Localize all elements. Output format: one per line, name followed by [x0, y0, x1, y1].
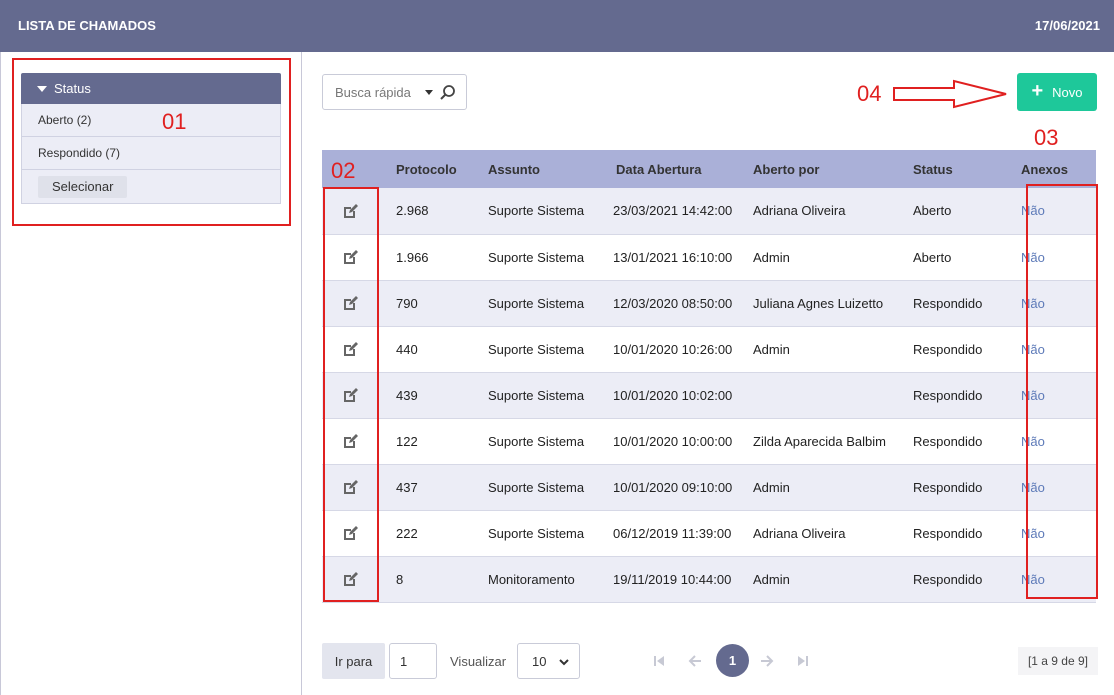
- annotation-box-01: [12, 58, 291, 226]
- cell-data-abertura: 23/03/2021 14:42:00: [603, 188, 751, 235]
- cell-assunto: Monitoramento: [485, 556, 603, 603]
- col-header-aberto-por[interactable]: Aberto por: [751, 150, 911, 188]
- table-row: 790 Suporte Sistema 12/03/2020 08:50:00 Jul…: [322, 280, 1096, 327]
- col-header-assunto[interactable]: Assunto: [485, 150, 603, 188]
- table-row: 2.968 Suporte Sistema 23/03/2021 14:42:00 A…: [322, 188, 1096, 235]
- cell-protocolo: 2.968: [378, 188, 485, 235]
- cell-protocolo: 440: [378, 326, 485, 373]
- cell-aberto-por: Admin: [751, 464, 911, 511]
- per-page-value: 10: [532, 653, 547, 669]
- current-date: 17/06/2021: [1034, 18, 1100, 33]
- view-label: Visualizar: [450, 654, 507, 669]
- cell-assunto: Suporte Sistema: [485, 464, 603, 511]
- cell-data-abertura: 10/01/2020 10:00:00: [603, 418, 751, 465]
- new-button-label: Novo: [1052, 84, 1083, 100]
- cell-protocolo: 222: [378, 510, 485, 557]
- cell-status: Respondido: [911, 510, 1011, 557]
- table-row: 439 Suporte Sistema 10/01/2020 10:02:00 Res…: [322, 372, 1096, 419]
- col-header-protocolo[interactable]: Protocolo: [378, 150, 485, 188]
- table-row: 222 Suporte Sistema 06/12/2019 11:39:00 Adr…: [322, 510, 1096, 557]
- per-page-select[interactable]: 10: [517, 643, 580, 679]
- cell-data-abertura: 19/11/2019 10:44:00: [603, 556, 751, 603]
- cell-data-abertura: 10/01/2020 10:26:00: [603, 326, 751, 373]
- cell-data-abertura: 06/12/2019 11:39:00: [603, 510, 751, 557]
- annotation-label-04: 04: [857, 81, 882, 106]
- table-row: 440 Suporte Sistema 10/01/2020 10:26:00 Adm…: [322, 326, 1096, 373]
- top-header-bar: LISTA DE CHAMADOS 17/06/2021: [0, 0, 1114, 52]
- cell-aberto-por: Admin: [751, 234, 911, 281]
- cell-status: Respondido: [911, 464, 1011, 511]
- cell-aberto-por: Admin: [751, 556, 911, 603]
- chevron-down-icon: [559, 659, 569, 666]
- goto-page-input[interactable]: [389, 643, 437, 679]
- col-header-data[interactable]: Data Abertura: [603, 150, 751, 188]
- cell-assunto: Suporte Sistema: [485, 372, 603, 419]
- plus-icon: +: [1031, 80, 1044, 102]
- left-border: [0, 52, 1, 695]
- table-row: 1.966 Suporte Sistema 13/01/2021 16:10:00 A…: [322, 234, 1096, 281]
- cell-data-abertura: 10/01/2020 10:02:00: [603, 372, 751, 419]
- table-header-row: Protocolo Assunto Data Abertura Aberto p…: [322, 150, 1096, 188]
- search-placeholder: Busca rápida: [335, 84, 411, 100]
- cell-assunto: Suporte Sistema: [485, 326, 603, 373]
- cell-status: Aberto: [911, 234, 1011, 281]
- first-page-icon[interactable]: [652, 654, 666, 668]
- pagination-bar: Ir para Visualizar 10 1 [1 a 9 de 9]: [322, 643, 1098, 679]
- cell-aberto-por: Admin: [751, 326, 911, 373]
- cell-assunto: Suporte Sistema: [485, 234, 603, 281]
- cell-aberto-por: Adriana Oliveira: [751, 188, 911, 235]
- results-range: [1 a 9 de 9]: [1017, 647, 1098, 675]
- goto-page-button[interactable]: Ir para: [322, 643, 385, 679]
- cell-status: Aberto: [911, 188, 1011, 235]
- cell-assunto: Suporte Sistema: [485, 188, 603, 235]
- cell-protocolo: 437: [378, 464, 485, 511]
- cell-protocolo: 790: [378, 280, 485, 327]
- previous-page-icon[interactable]: [688, 654, 702, 668]
- annotation-box-03: [1026, 184, 1098, 599]
- cell-data-abertura: 13/01/2021 16:10:00: [603, 234, 751, 281]
- annotation-label-02: 02: [331, 158, 356, 183]
- page-title: LISTA DE CHAMADOS: [18, 18, 156, 33]
- cell-status: Respondido: [911, 556, 1011, 603]
- next-page-icon[interactable]: [760, 654, 774, 668]
- annotation-arrow: [893, 79, 1007, 109]
- cell-assunto: Suporte Sistema: [485, 418, 603, 465]
- cell-aberto-por: Juliana Agnes Luizetto: [751, 280, 911, 327]
- cell-status: Respondido: [911, 372, 1011, 419]
- col-header-status[interactable]: Status: [911, 150, 1011, 188]
- table-row: 8 Monitoramento 19/11/2019 10:44:00 Admin Re…: [322, 556, 1096, 603]
- tickets-table: Protocolo Assunto Data Abertura Aberto p…: [322, 150, 1096, 603]
- annotation-label-03: 03: [1034, 125, 1059, 150]
- table-row: 122 Suporte Sistema 10/01/2020 10:00:00 Zil…: [322, 418, 1096, 465]
- search-icon[interactable]: [439, 84, 457, 102]
- cell-data-abertura: 12/03/2020 08:50:00: [603, 280, 751, 327]
- cell-protocolo: 439: [378, 372, 485, 419]
- col-header-anexos[interactable]: Anexos: [1011, 150, 1096, 188]
- cell-assunto: Suporte Sistema: [485, 280, 603, 327]
- quick-search-input[interactable]: Busca rápida: [322, 74, 467, 110]
- cell-status: Respondido: [911, 326, 1011, 373]
- cell-assunto: Suporte Sistema: [485, 510, 603, 557]
- cell-aberto-por: Zilda Aparecida Balbim: [751, 418, 911, 465]
- cell-status: Respondido: [911, 418, 1011, 465]
- new-ticket-button[interactable]: + Novo: [1017, 73, 1097, 111]
- cell-protocolo: 8: [378, 556, 485, 603]
- annotation-label-01: 01: [162, 109, 187, 134]
- dropdown-arrow-icon[interactable]: [425, 90, 433, 95]
- cell-aberto-por: Adriana Oliveira: [751, 510, 911, 557]
- cell-aberto-por: [751, 372, 911, 419]
- table-row: 437 Suporte Sistema 10/01/2020 09:10:00 Adm…: [322, 464, 1096, 511]
- cell-status: Respondido: [911, 280, 1011, 327]
- last-page-icon[interactable]: [796, 654, 810, 668]
- annotation-box-02: [323, 187, 379, 602]
- cell-protocolo: 1.966: [378, 234, 485, 281]
- current-page-button[interactable]: 1: [716, 644, 749, 677]
- cell-data-abertura: 10/01/2020 09:10:00: [603, 464, 751, 511]
- cell-protocolo: 122: [378, 418, 485, 465]
